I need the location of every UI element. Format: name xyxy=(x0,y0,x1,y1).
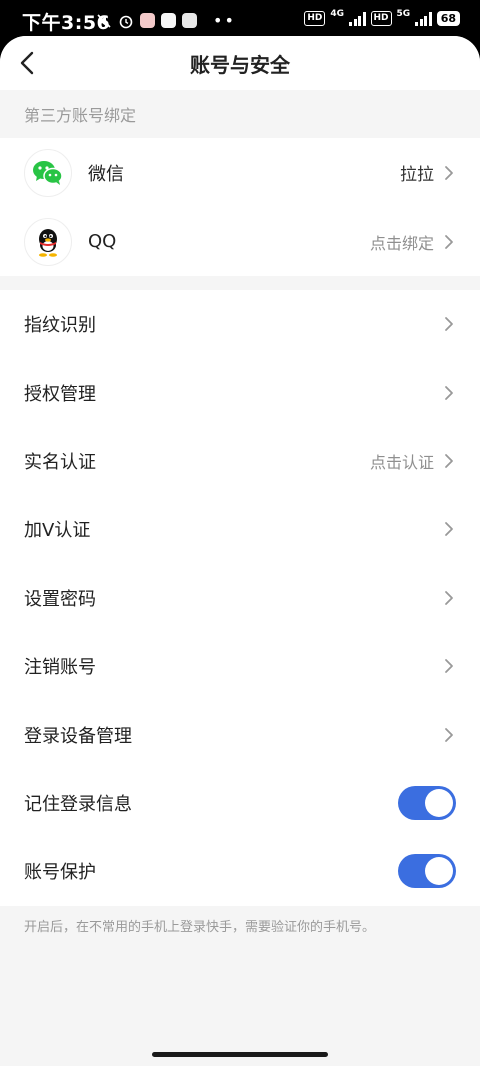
battery-indicator: 68 xyxy=(436,11,460,26)
alarm-icon xyxy=(119,15,133,28)
delete-account-label: 注销账号 xyxy=(24,657,96,679)
chevron-right-icon xyxy=(445,727,453,742)
authorization-management-row[interactable]: 授权管理 xyxy=(0,358,480,426)
qq-icon xyxy=(39,228,57,257)
status-bar: 下午3:56 •• HD 4G HD 5G 68 xyxy=(0,0,480,40)
set-password-label: 设置密码 xyxy=(24,588,96,610)
hd-icon: HD xyxy=(304,11,326,26)
app-notification-icon xyxy=(182,13,197,28)
qq-binding-row[interactable]: QQ 点击绑定 xyxy=(0,207,480,276)
third-party-section-title: 第三方账号绑定 xyxy=(0,90,480,138)
wechat-icon xyxy=(33,160,63,185)
delete-account-row[interactable]: 注销账号 xyxy=(0,632,480,700)
qq-bind-action: 点击绑定 xyxy=(369,233,434,253)
login-device-management-label: 登录设备管理 xyxy=(24,725,132,747)
qq-avatar xyxy=(24,217,72,266)
wechat-avatar xyxy=(24,148,72,197)
remember-login-toggle[interactable] xyxy=(398,785,456,820)
chevron-right-icon xyxy=(445,522,453,537)
app-notification-icon xyxy=(161,13,176,28)
wechat-bound-name: 拉拉 xyxy=(400,165,434,185)
account-protection-note: 开启后，在不常用的手机上登录快手，需要验证你的手机号。 xyxy=(24,919,376,935)
status-notification-icons: •• xyxy=(96,11,236,30)
signal-icon xyxy=(349,11,366,26)
set-password-row[interactable]: 设置密码 xyxy=(0,564,480,632)
home-indicator[interactable] xyxy=(152,1052,328,1057)
hd-icon: HD xyxy=(370,11,392,26)
chevron-right-icon xyxy=(445,659,453,674)
account-protection-label: 账号保护 xyxy=(24,862,96,884)
page-title: 账号与安全 xyxy=(190,53,290,77)
mute-icon xyxy=(97,13,111,28)
authorization-management-label: 授权管理 xyxy=(24,383,96,405)
chevron-right-icon xyxy=(445,317,453,332)
app-notification-icon xyxy=(140,13,155,28)
account-protection-row: 账号保护 xyxy=(0,837,480,905)
chevron-right-icon xyxy=(445,454,453,468)
section-divider xyxy=(0,276,480,290)
status-system-icons: HD 4G HD 5G 68 xyxy=(304,8,460,26)
remember-login-label: 记住登录信息 xyxy=(24,793,132,815)
real-name-verification-row[interactable]: 实名认证 点击认证 xyxy=(0,427,480,495)
account-security-page: 账号与安全 第三方账号绑定 微信 拉拉 QQ 点击绑定 指纹识别 授权管理 实名… xyxy=(0,36,480,1066)
chevron-right-icon xyxy=(445,590,453,605)
chevron-right-icon xyxy=(445,234,453,249)
v-verification-row[interactable]: 加V认证 xyxy=(0,495,480,563)
fingerprint-row[interactable]: 指纹识别 xyxy=(0,290,480,358)
chevron-right-icon xyxy=(445,385,453,400)
fingerprint-label: 指纹识别 xyxy=(24,315,96,337)
real-name-verification-label: 实名认证 xyxy=(24,451,96,473)
network-type: 4G xyxy=(330,8,345,19)
account-protection-toggle[interactable] xyxy=(398,854,456,889)
navigation-bar: 账号与安全 xyxy=(0,36,480,90)
toggle-knob xyxy=(425,857,453,886)
wechat-label: 微信 xyxy=(88,163,124,185)
qq-label: QQ xyxy=(88,231,117,252)
v-verification-label: 加V认证 xyxy=(24,520,91,542)
remember-login-row: 记住登录信息 xyxy=(0,769,480,837)
wechat-binding-row[interactable]: 微信 拉拉 xyxy=(0,138,480,207)
third-party-binding-list: 微信 拉拉 QQ 点击绑定 xyxy=(0,138,480,276)
login-device-management-row[interactable]: 登录设备管理 xyxy=(0,700,480,768)
toggle-knob xyxy=(425,788,453,817)
security-settings-list: 指纹识别 授权管理 实名认证 点击认证 加V认证 设置密码 注销账号 登录设备管… xyxy=(0,290,480,906)
chevron-right-icon xyxy=(445,165,453,180)
signal-icon xyxy=(415,11,432,26)
more-notifications-icon: •• xyxy=(213,11,236,30)
network-type: 5G xyxy=(396,8,411,19)
real-name-verification-action: 点击认证 xyxy=(369,452,434,472)
